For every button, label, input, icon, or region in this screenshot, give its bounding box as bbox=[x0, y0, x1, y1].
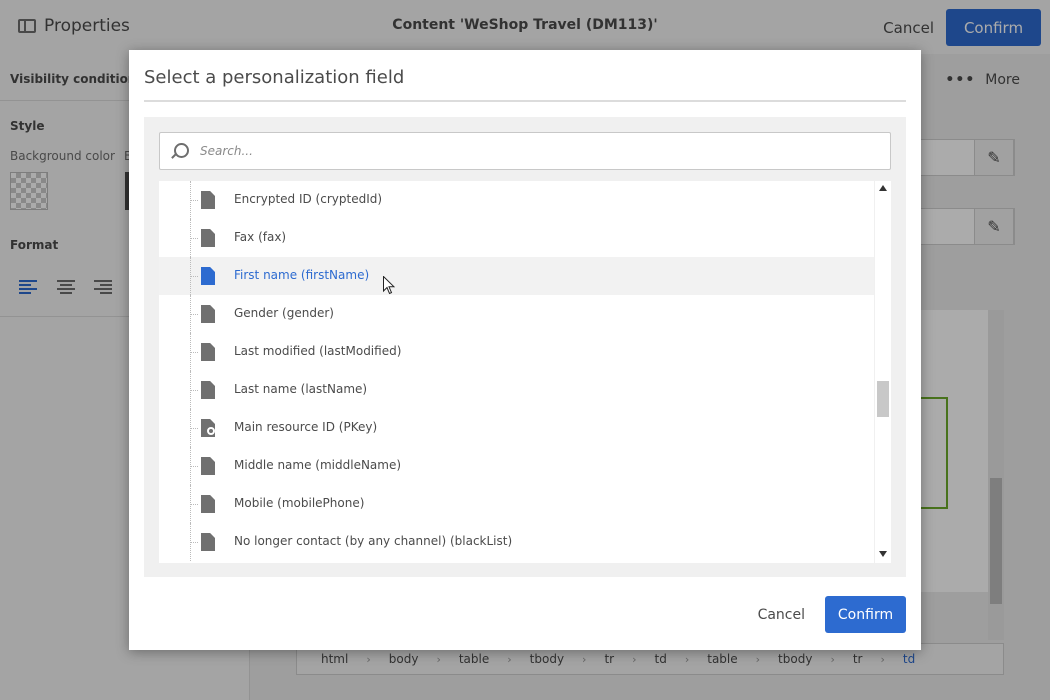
field-label: First name (firstName) bbox=[234, 268, 370, 282]
scroll-up-arrow-icon[interactable] bbox=[879, 185, 887, 191]
file-icon bbox=[201, 495, 215, 513]
personalization-field-dialog: Select a personalization field Encrypted… bbox=[129, 50, 921, 650]
field-label: Last modified (lastModified) bbox=[234, 344, 402, 358]
field-label: No longer contact (by any channel) (blac… bbox=[234, 534, 513, 548]
file-icon bbox=[201, 305, 215, 323]
dialog-confirm-button[interactable]: Confirm bbox=[825, 596, 906, 633]
field-item[interactable]: Last modified (lastModified) bbox=[159, 333, 874, 371]
scrollbar-thumb[interactable] bbox=[877, 381, 889, 417]
file-icon bbox=[201, 343, 215, 361]
field-item[interactable]: Encrypted ID (cryptedId) bbox=[159, 181, 874, 219]
field-tree: Encrypted ID (cryptedId) Fax (fax) First… bbox=[159, 181, 891, 563]
field-label: Mobile (mobilePhone) bbox=[234, 496, 365, 510]
field-label: Gender (gender) bbox=[234, 306, 334, 320]
file-icon bbox=[201, 457, 215, 475]
field-label: Last name (lastName) bbox=[234, 382, 368, 396]
key-icon bbox=[207, 427, 215, 435]
search-box bbox=[159, 132, 891, 170]
search-icon bbox=[160, 133, 200, 169]
dialog-cancel-button[interactable]: Cancel bbox=[758, 607, 805, 623]
file-icon bbox=[201, 191, 215, 209]
field-item-selected[interactable]: First name (firstName) bbox=[159, 257, 874, 295]
file-icon bbox=[201, 533, 215, 551]
field-label: Fax (fax) bbox=[234, 230, 287, 244]
file-icon bbox=[201, 267, 215, 285]
dialog-body: Encrypted ID (cryptedId) Fax (fax) First… bbox=[144, 117, 906, 577]
dialog-title: Select a personalization field bbox=[144, 67, 405, 88]
field-list-scrollbar[interactable] bbox=[874, 181, 891, 563]
field-item[interactable]: No longer contact (by any channel) (blac… bbox=[159, 523, 874, 561]
field-label: Encrypted ID (cryptedId) bbox=[234, 192, 383, 206]
search-input[interactable] bbox=[200, 134, 890, 168]
field-item[interactable]: Fax (fax) bbox=[159, 219, 874, 257]
field-label: Middle name (middleName) bbox=[234, 458, 402, 472]
scroll-down-arrow-icon[interactable] bbox=[879, 551, 887, 557]
field-list: Encrypted ID (cryptedId) Fax (fax) First… bbox=[159, 181, 874, 561]
field-label: Main resource ID (PKey) bbox=[234, 420, 378, 434]
file-icon bbox=[201, 229, 215, 247]
file-icon bbox=[201, 381, 215, 399]
field-item[interactable]: Gender (gender) bbox=[159, 295, 874, 333]
field-item[interactable]: Main resource ID (PKey) bbox=[159, 409, 874, 447]
field-item[interactable]: Last name (lastName) bbox=[159, 371, 874, 409]
dialog-divider bbox=[144, 100, 906, 102]
field-item[interactable]: Middle name (middleName) bbox=[159, 447, 874, 485]
mouse-cursor-icon bbox=[383, 276, 395, 295]
field-item[interactable]: Mobile (mobilePhone) bbox=[159, 485, 874, 523]
